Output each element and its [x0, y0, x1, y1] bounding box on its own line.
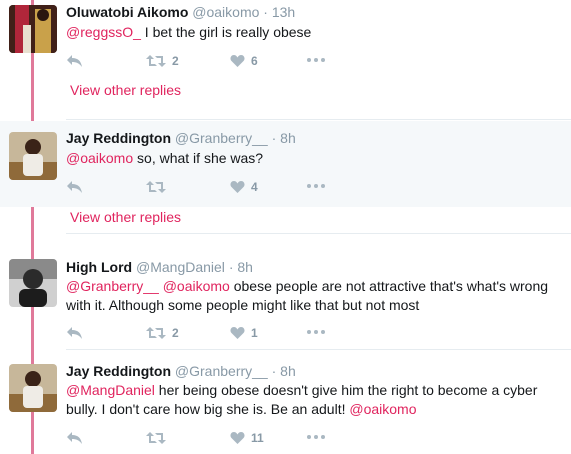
tweet-text: @MangDaniel her being obese doesn't give…	[66, 381, 561, 419]
more-icon[interactable]	[307, 330, 325, 334]
action-bar: 11	[66, 430, 366, 446]
separator-dot: ·	[271, 130, 277, 146]
retweet-icon	[146, 432, 166, 444]
retweet-icon	[146, 181, 166, 193]
retweet-button[interactable]: 2	[146, 325, 179, 341]
tweet-text: @Granberry__ @oaikomo obese people are n…	[66, 277, 561, 315]
tweet[interactable]: Oluwatobi Aikomo @oaikomo · 13h @reggssO…	[0, 0, 571, 120]
user-handle[interactable]: @Granberry__	[175, 130, 268, 146]
heart-icon	[230, 181, 245, 193]
reply-icon	[67, 55, 82, 67]
reply-button[interactable]	[66, 325, 83, 341]
user-name[interactable]: Jay Reddington	[66, 130, 171, 146]
user-name[interactable]: High Lord	[66, 259, 132, 275]
separator-dot: ·	[271, 363, 277, 379]
mention-link[interactable]: @oaikomo	[349, 401, 416, 417]
user-handle[interactable]: @MangDaniel	[136, 259, 225, 275]
mention-link[interactable]: @Granberry__	[66, 278, 159, 294]
timestamp[interactable]: 8h	[237, 259, 253, 275]
tweet-header: High Lord @MangDaniel · 8h	[66, 259, 253, 275]
divider	[66, 233, 571, 234]
more-icon[interactable]	[307, 184, 325, 188]
avatar[interactable]	[9, 364, 57, 412]
heart-icon	[230, 55, 245, 67]
divider	[66, 349, 571, 350]
user-name[interactable]: Jay Reddington	[66, 363, 171, 379]
mention-link[interactable]: @MangDaniel	[66, 382, 155, 398]
like-button[interactable]: 6	[230, 53, 258, 69]
tweet[interactable]: Jay Reddington @Granberry__ · 8h @oaikom…	[0, 121, 571, 207]
tweet-text: @reggssO_ I bet the girl is really obese	[66, 23, 561, 42]
retweet-button[interactable]	[146, 179, 172, 195]
like-button[interactable]: 11	[230, 430, 264, 446]
more-icon[interactable]	[307, 58, 325, 62]
reply-button[interactable]	[66, 430, 83, 446]
retweet-button[interactable]	[146, 430, 172, 446]
heart-icon	[230, 327, 245, 339]
mention-link[interactable]: @reggssO_	[66, 24, 141, 40]
tweet-header: Oluwatobi Aikomo @oaikomo · 13h	[66, 4, 295, 20]
view-other-replies-link[interactable]: View other replies	[70, 82, 181, 98]
like-count: 11	[251, 431, 264, 445]
separator-dot: ·	[263, 4, 268, 20]
tweet-text-part: I bet the girl is really obese	[140, 24, 312, 40]
tweet-text: @oaikomo so, what if she was?	[66, 149, 561, 168]
avatar[interactable]	[9, 5, 57, 53]
retweet-count: 2	[172, 54, 179, 68]
avatar[interactable]	[9, 132, 57, 180]
action-bar: 2 6	[66, 53, 366, 69]
tweet[interactable]: Jay Reddington @Granberry__ · 8h @MangDa…	[0, 355, 571, 454]
like-button[interactable]: 4	[230, 179, 258, 195]
avatar[interactable]	[9, 259, 57, 307]
retweet-icon	[146, 327, 166, 339]
timestamp[interactable]: 13h	[272, 4, 295, 20]
tweet[interactable]: High Lord @MangDaniel · 8h @Granberry__ …	[0, 250, 571, 350]
action-bar: 4	[66, 179, 366, 195]
view-other-replies-link[interactable]: View other replies	[70, 209, 181, 225]
timestamp[interactable]: 8h	[280, 130, 296, 146]
retweet-icon	[146, 55, 166, 67]
tweet-header: Jay Reddington @Granberry__ · 8h	[66, 130, 296, 146]
retweet-button[interactable]: 2	[146, 53, 179, 69]
reply-icon	[67, 181, 82, 193]
like-count: 1	[251, 326, 258, 340]
reply-icon	[67, 327, 82, 339]
timestamp[interactable]: 8h	[280, 363, 296, 379]
reply-button[interactable]	[66, 53, 83, 69]
like-button[interactable]: 1	[230, 325, 258, 341]
retweet-count: 2	[172, 326, 179, 340]
divider	[66, 119, 571, 120]
tweet-header: Jay Reddington @Granberry__ · 8h	[66, 363, 296, 379]
heart-icon	[230, 432, 245, 444]
mention-link[interactable]: @oaikomo	[66, 150, 133, 166]
action-bar: 2 1	[66, 325, 366, 341]
reply-icon	[67, 432, 82, 444]
like-count: 6	[251, 54, 258, 68]
more-icon[interactable]	[307, 435, 325, 439]
user-handle[interactable]: @oaikomo	[192, 4, 259, 20]
user-handle[interactable]: @Granberry__	[175, 363, 268, 379]
user-name[interactable]: Oluwatobi Aikomo	[66, 4, 188, 20]
tweet-text-part: so, what if she was?	[133, 150, 264, 166]
like-count: 4	[251, 180, 258, 194]
separator-dot: ·	[228, 259, 234, 275]
reply-button[interactable]	[66, 179, 83, 195]
mention-link[interactable]: @oaikomo	[163, 278, 230, 294]
